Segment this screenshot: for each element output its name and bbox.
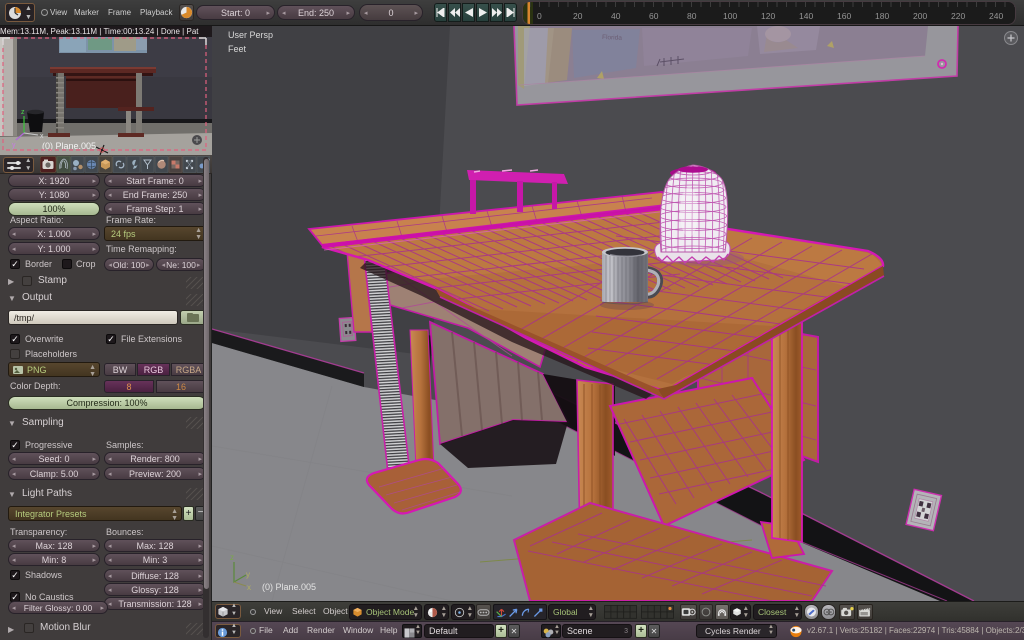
svg-text:200: 200 [913,11,927,21]
svg-text:220: 220 [951,11,965,21]
svg-text:60: 60 [649,11,659,21]
svg-text:Feet: Feet [228,44,247,54]
svg-text:z: z [230,553,234,562]
svg-text:Florida: Florida [602,34,622,42]
svg-text:80: 80 [687,11,697,21]
svg-text:140: 140 [799,11,813,21]
svg-text:180: 180 [875,11,889,21]
svg-text:100: 100 [723,11,737,21]
svg-text:x: x [40,133,44,140]
svg-text:y: y [12,142,16,149]
svg-text:120: 120 [761,11,775,21]
svg-text:(0) Plane.005: (0) Plane.005 [262,582,316,592]
svg-text:20: 20 [573,11,583,21]
svg-text:x: x [247,583,251,592]
svg-text:User Persp: User Persp [228,30,273,40]
svg-text:240: 240 [989,11,1003,21]
svg-text:0: 0 [537,11,542,21]
svg-text:z: z [21,109,25,116]
svg-text:y: y [246,570,250,579]
svg-text:160: 160 [837,11,851,21]
svg-text:40: 40 [611,11,621,21]
